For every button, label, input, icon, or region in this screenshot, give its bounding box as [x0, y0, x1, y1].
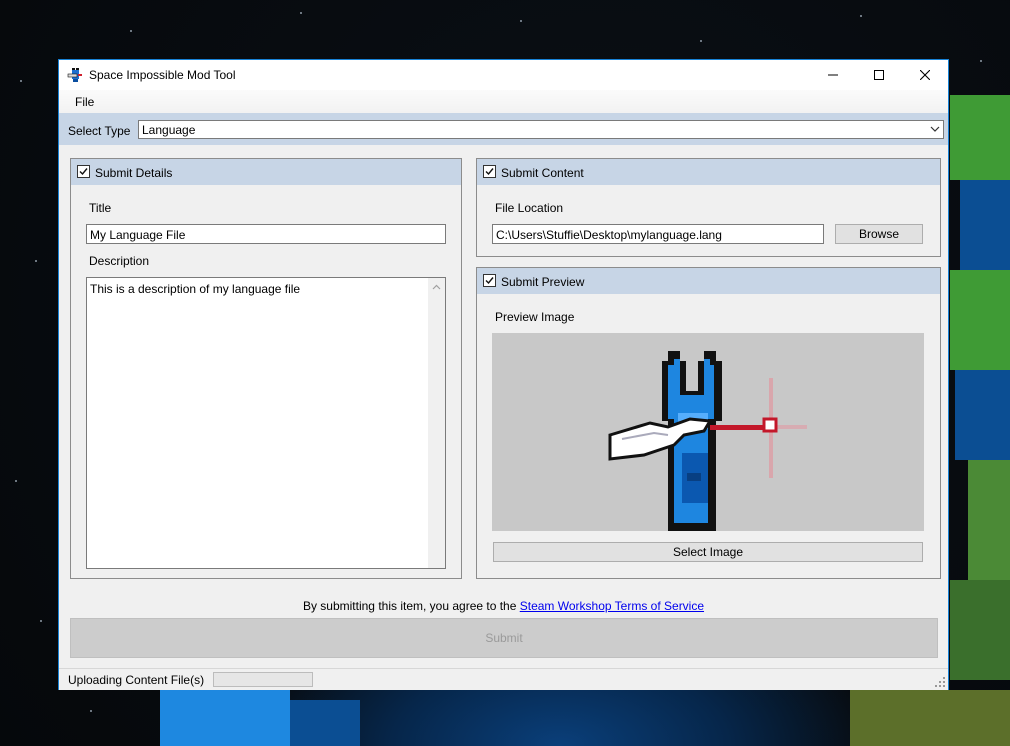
close-button[interactable]	[902, 60, 948, 90]
app-icon	[67, 68, 82, 82]
type-dropdown-value: Language	[142, 123, 196, 137]
upload-status-label: Uploading Content File(s)	[68, 673, 205, 687]
file-location-input-value: C:\Users\Stuffie\Desktop\mylanguage.lang	[496, 228, 722, 242]
minimize-button[interactable]	[810, 60, 856, 90]
description-textarea[interactable]: This is a description of my language fil…	[86, 277, 446, 569]
file-location-label: File Location	[495, 201, 564, 215]
submit-button[interactable]: Submit	[70, 618, 938, 658]
terms-agreement-text: By submitting this item, you agree to th…	[302, 599, 520, 613]
title-input[interactable]: My Language File	[86, 224, 446, 244]
title-input-value: My Language File	[90, 228, 186, 242]
submit-preview-group: Submit Preview Preview Image Select Imag…	[476, 267, 941, 579]
wrench-laser-icon	[608, 351, 807, 531]
minimize-icon	[828, 74, 838, 76]
chevron-down-icon	[930, 126, 940, 132]
submit-content-label: Submit Content	[501, 166, 584, 180]
submit-content-checkbox[interactable]	[483, 165, 496, 178]
browse-button[interactable]: Browse	[835, 224, 923, 244]
checkmark-icon	[79, 168, 88, 176]
submit-content-header: Submit Content	[477, 159, 940, 185]
submit-preview-label: Submit Preview	[501, 275, 585, 289]
type-selector-bar: Select Type Language	[59, 113, 948, 145]
submit-preview-header: Submit Preview	[477, 268, 940, 294]
submit-preview-checkbox[interactable]	[483, 274, 496, 287]
description-textarea-value: This is a description of my language fil…	[90, 282, 301, 296]
preview-image	[492, 333, 924, 531]
resize-grip-icon[interactable]	[935, 677, 945, 687]
submit-content-group: Submit Content File Location C:\Users\St…	[476, 158, 941, 257]
app-window: Space Impossible Mod Tool File Select Ty…	[58, 59, 949, 690]
steam-workshop-terms-link[interactable]: Steam Workshop Terms of Service	[520, 599, 704, 613]
close-icon	[920, 70, 930, 80]
preview-image-label: Preview Image	[495, 310, 575, 324]
description-label: Description	[89, 254, 150, 268]
submit-details-header: Submit Details	[71, 159, 461, 185]
status-bar: Uploading Content File(s)	[59, 668, 948, 690]
terms-agreement: By submitting this item, you agree to th…	[59, 599, 948, 613]
select-type-label: Select Type	[68, 124, 131, 138]
menu-file[interactable]: File	[75, 95, 94, 109]
menu-bar: File	[59, 90, 948, 113]
file-location-input[interactable]: C:\Users\Stuffie\Desktop\mylanguage.lang	[492, 224, 824, 244]
maximize-button[interactable]	[856, 60, 902, 90]
checkmark-icon	[485, 277, 494, 285]
window-title: Space Impossible Mod Tool	[89, 68, 236, 82]
submit-details-checkbox[interactable]	[77, 165, 90, 178]
submit-details-label: Submit Details	[95, 166, 173, 180]
maximize-icon	[874, 70, 884, 80]
chevron-up-icon[interactable]	[432, 284, 441, 290]
upload-progress-bar	[213, 672, 313, 687]
select-image-button[interactable]: Select Image	[493, 542, 923, 562]
checkmark-icon	[485, 168, 494, 176]
title-bar[interactable]: Space Impossible Mod Tool	[59, 60, 948, 90]
submit-details-group: Submit Details Title My Language File De…	[70, 158, 462, 579]
title-label: Title	[89, 201, 112, 215]
description-scrollbar[interactable]	[428, 278, 445, 568]
type-dropdown[interactable]: Language	[138, 120, 944, 139]
